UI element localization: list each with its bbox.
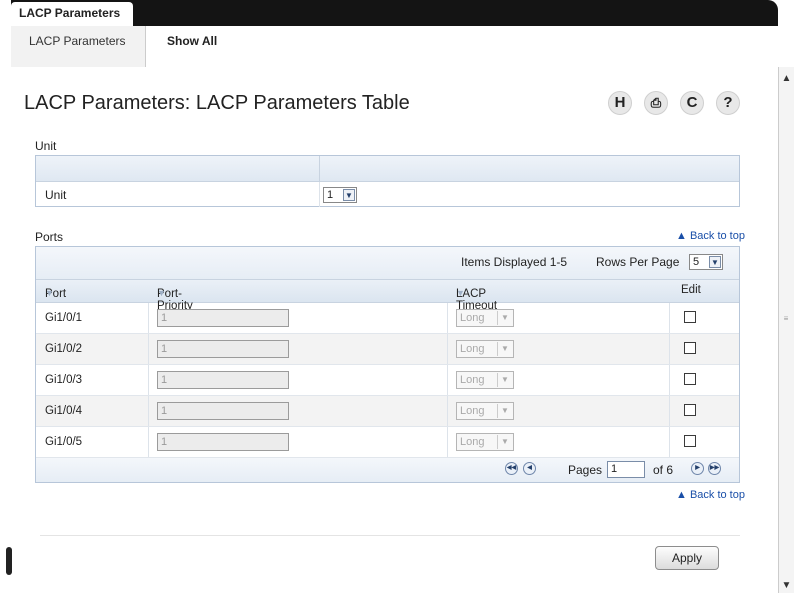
unit-section-label: Unit	[35, 139, 57, 153]
edit-checkbox[interactable]	[684, 342, 696, 354]
save-icon[interactable]: H	[608, 91, 632, 115]
ports-section-label: Ports	[35, 230, 64, 244]
pages-label: Pages	[568, 463, 603, 477]
chevron-down-icon: ▼	[497, 342, 512, 356]
unit-row-label: Unit	[45, 188, 67, 202]
subnav-show-all[interactable]: Show All	[155, 26, 255, 67]
unit-row: Unit 1 ▼	[36, 182, 739, 207]
sort-icon: ▼	[456, 288, 465, 298]
edit-checkbox[interactable]	[684, 435, 696, 447]
help-icon[interactable]: ?	[716, 91, 740, 115]
table-row: Gi1/0/5 1 Long ▼	[36, 427, 739, 458]
rows-per-page-label: Rows Per Page	[596, 255, 680, 269]
chevron-down-icon: ▼	[709, 256, 721, 268]
rows-per-page-value: 5	[693, 256, 700, 268]
edit-checkbox[interactable]	[684, 311, 696, 323]
port-name: Gi1/0/5	[45, 436, 83, 448]
back-to-top-link[interactable]: ▲ Back to top	[676, 230, 745, 242]
divider	[40, 535, 740, 536]
first-page-icon[interactable]: ◀◀	[505, 462, 518, 475]
chevron-down-icon: ▼	[343, 189, 355, 201]
lacp-timeout-select[interactable]: Long ▼	[456, 340, 514, 358]
table-row: Gi1/0/2 1 Long ▼	[36, 334, 739, 365]
unit-table: Unit 1 ▼	[35, 155, 740, 207]
table-row: Gi1/0/4 1 Long ▼	[36, 396, 739, 427]
ports-column-header: Port ▼ Port-Priority ▼ LACP Timeout ▼ Ed…	[36, 280, 739, 312]
port-priority-input[interactable]: 1	[157, 309, 289, 327]
port-name: Gi1/0/2	[45, 343, 83, 355]
vertical-scrollbar[interactable]: ▲ ≡ ▼	[778, 67, 794, 593]
table-row: Gi1/0/3 1 Long ▼	[36, 365, 739, 396]
port-priority-input[interactable]: 1	[157, 402, 289, 420]
chevron-down-icon: ▼	[497, 373, 512, 387]
prev-page-icon[interactable]: ◀	[523, 462, 536, 475]
refresh-icon[interactable]: C	[680, 91, 704, 115]
last-page-icon[interactable]: ▶▶	[708, 462, 721, 475]
scroll-up-icon[interactable]: ▲	[780, 72, 793, 85]
edit-checkbox[interactable]	[684, 404, 696, 416]
subnav-lacp-parameters[interactable]: LACP Parameters	[11, 26, 146, 67]
edit-checkbox[interactable]	[684, 373, 696, 385]
ports-info-row: Items Displayed 1-5 Rows Per Page 5 ▼	[36, 247, 739, 280]
tab-lacp-parameters[interactable]: LACP Parameters	[11, 2, 133, 28]
items-displayed: Items Displayed 1-5	[461, 255, 568, 269]
port-priority-input[interactable]: 1	[157, 340, 289, 358]
chevron-down-icon: ▼	[497, 435, 512, 449]
side-handle[interactable]	[6, 547, 12, 575]
lacp-timeout-select[interactable]: Long ▼	[456, 402, 514, 420]
port-name: Gi1/0/4	[45, 405, 83, 417]
sort-icon: ▼	[157, 288, 166, 298]
scroll-down-icon[interactable]: ▼	[780, 579, 793, 592]
lacp-timeout-select[interactable]: Long ▼	[456, 309, 514, 327]
port-priority-input[interactable]: 1	[157, 433, 289, 451]
page-input[interactable]: 1	[607, 461, 645, 478]
scroll-grip-icon[interactable]: ≡	[781, 315, 791, 323]
col-edit: Edit	[681, 284, 701, 296]
chevron-down-icon: ▼	[497, 404, 512, 418]
print-icon[interactable]: ⎙	[644, 91, 668, 115]
rows-per-page-select[interactable]: 5 ▼	[689, 254, 723, 270]
sub-navigation: LACP Parameters Show All	[11, 26, 778, 67]
port-name: Gi1/0/1	[45, 312, 83, 324]
port-name: Gi1/0/3	[45, 374, 83, 386]
next-page-icon[interactable]: ▶	[691, 462, 704, 475]
table-row: Gi1/0/1 1 Long ▼	[36, 303, 739, 334]
lacp-timeout-select[interactable]: Long ▼	[456, 433, 514, 451]
apply-button[interactable]: Apply	[655, 546, 719, 570]
pager-row: ◀◀ ◀ Pages 1 of 6 ▶ ▶▶	[36, 458, 739, 482]
unit-select[interactable]: 1 ▼	[323, 187, 357, 203]
sort-icon: ▼	[45, 288, 54, 298]
back-to-top-link[interactable]: ▲ Back to top	[676, 489, 745, 501]
chevron-down-icon: ▼	[497, 311, 512, 325]
port-priority-input[interactable]: 1	[157, 371, 289, 389]
page-count: of 6	[653, 463, 674, 477]
ports-table: Items Displayed 1-5 Rows Per Page 5 ▼ Po…	[35, 246, 740, 483]
unit-table-header	[36, 156, 739, 182]
unit-select-value: 1	[327, 189, 334, 201]
lacp-timeout-select[interactable]: Long ▼	[456, 371, 514, 389]
page-title: LACP Parameters: LACP Parameters Table	[24, 92, 410, 114]
